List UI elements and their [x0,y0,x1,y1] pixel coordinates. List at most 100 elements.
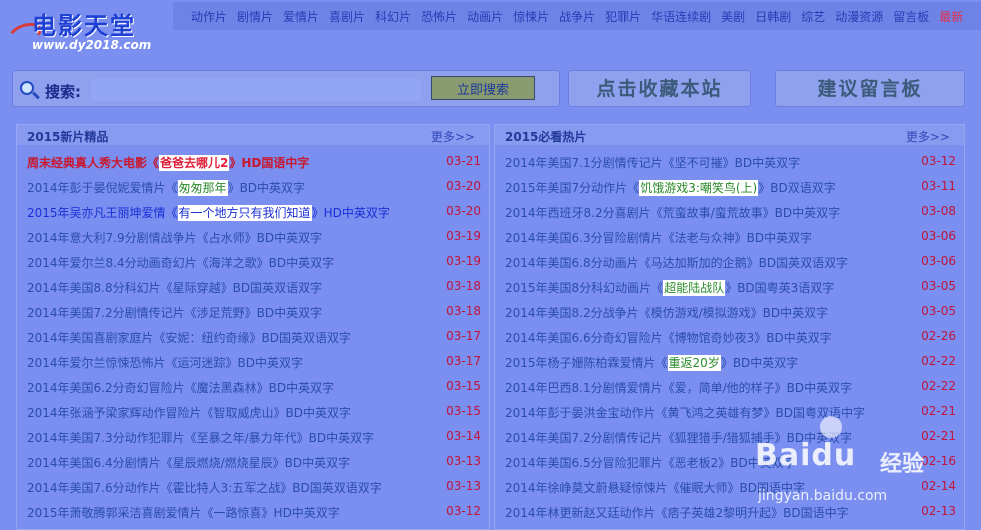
movie-link[interactable]: 2014年美国6.5分冒险犯罪片《恶老板2》BD中英双字 [505,454,796,471]
item-date: 02-22 [921,354,956,368]
item-date: 03-15 [446,404,481,418]
movie-link[interactable]: 2014年彭于晏倪妮爱情片《匆匆那年》BD中英双字 [27,179,305,196]
nav-item[interactable]: 动作片 [191,8,227,25]
item-date: 03-20 [446,204,481,218]
bookmark-button[interactable]: 点击收藏本站 [568,70,751,107]
movie-link[interactable]: 2015年萧敬腾郭采洁喜剧爱情片《一路惊喜》HD中英双字 [27,504,340,521]
movie-list: 2014年美国7.1分剧情传记片《坚不可摧》BD中英双字 03-12 2015年美国… [495,145,964,524]
nav-item[interactable]: 综艺 [801,8,825,25]
list-item: 2014年张涵予梁家辉动作冒险片《智取威虎山》BD中英双字 03-15 [17,399,489,424]
movie-link[interactable]: 2014年意大利7.9分剧情战争片《占水师》BD中英双字 [27,229,322,246]
site-logo[interactable]: 电影天堂 www.dy2018.com [5,2,173,54]
movie-link[interactable]: 2014年张涵予梁家辉动作冒险片《智取威虎山》BD中英双字 [27,404,351,421]
nav-item[interactable]: 动画片 [467,8,503,25]
item-date: 02-26 [921,329,956,343]
movie-link[interactable]: 2014年美国6.6分奇幻冒险片《博物馆奇妙夜3》BD中英双字 [505,329,832,346]
list-item: 2014年巴西8.1分剧情爱情片《爱，简单/他的样子》BD中英双字 02-22 [495,374,964,399]
item-date: 03-17 [446,354,481,368]
more-link[interactable]: 更多>> [906,128,950,145]
item-date: 03-17 [446,329,481,343]
movie-link[interactable]: 2015年美国7分动作片《饥饿游戏3:嘲笑鸟(上)》BD双语双字 [505,179,836,196]
movie-link[interactable]: 2014年美国8.8分科幻片《星际穿越》BD国英双语双字 [27,279,322,296]
title-highlight: 匆匆那年 [177,180,228,196]
more-link[interactable]: 更多>> [431,128,475,145]
nav-item[interactable]: 喜剧片 [329,8,365,25]
nav-item[interactable]: 犯罪片 [605,8,641,25]
movie-link[interactable]: 2014年彭于晏洪金宝动作片《黄飞鸿之英雄有梦》BD国粤双语中字 [505,404,865,421]
search-input[interactable] [91,79,421,101]
nav-item[interactable]: 美剧 [721,8,745,25]
title-prefix: 2014年彭于晏倪妮爱情片《 [27,181,178,195]
item-date: 03-19 [446,229,481,243]
list-item: 2014年美国6.2分奇幻冒险片《魔法黑森林》BD中英双字 03-15 [17,374,489,399]
title-highlight: 超能陆战队 [663,280,726,296]
movie-link[interactable]: 2014年美国7.6分动作片《霍比特人3:五军之战》BD国英双语双字 [27,479,382,496]
movie-link[interactable]: 2014年爱尔兰惊悚恐怖片《运河迷踪》BD中英双字 [27,354,303,371]
item-date: 02-22 [921,379,956,393]
movie-link[interactable]: 2014年美国6.4分剧情片《星辰燃烧/燃烧星辰》BD中英双字 [27,454,350,471]
movie-link[interactable]: 2014年美国6.2分奇幻冒险片《魔法黑森林》BD中英双字 [27,379,334,396]
nav-item[interactable]: 日韩剧 [755,8,791,25]
movie-link[interactable]: 2014年美国6.3分冒险剧情片《法老与众神》BD中英双字 [505,229,812,246]
movie-link[interactable]: 2014年爱尔兰8.4分动画奇幻片《海洋之歌》BD中英双字 [27,254,334,271]
nav-item[interactable]: 科幻片 [375,8,411,25]
search-bar: 搜索: 立即搜索 [12,70,560,107]
movie-link[interactable]: 2014年美国7.2分剧情传记片《涉足荒野》BD中英双字 [27,304,322,321]
item-date: 03-05 [921,304,956,318]
title-suffix: 》BD双语双字 [758,181,836,195]
movie-link[interactable]: 2014年徐峥莫文蔚悬疑惊悚片《催眠大师》BD国语中字 [505,479,805,496]
logo-url: www.dy2018.com [32,38,152,52]
hot-movies-panel: 2015必看热片 更多>> 2014年美国7.1分剧情传记片《坚不可摧》BD中英… [494,124,965,530]
movie-link[interactable]: 2015年吴亦凡王丽坤爱情《有一个地方只有我们知道》HD中英双字 [27,204,390,221]
title-suffix: 》HD中英双字 [311,206,390,220]
movie-link[interactable]: 2015年美国8分科幻动画片《超能陆战队》BD国粤英3语双字 [505,279,834,296]
nav-item[interactable]: 战争片 [559,8,595,25]
movie-link[interactable]: 2015年杨子姗陈柏霖爱情片《重返20岁》BD中英双字 [505,354,798,371]
nav-item[interactable]: 恐怖片 [421,8,457,25]
panel-header: 2015必看热片 更多>> [495,125,964,145]
new-movies-panel: 2015新片精品 更多>> 周末经典真人秀大电影《爸爸去哪儿2》HD国语中字 03… [16,124,490,530]
movie-link[interactable]: 2014年美国8.2分战争片《模仿游戏/模拟游戏》BD中英双字 [505,304,828,321]
title-highlight: 重返20岁 [667,355,721,371]
item-date: 03-13 [446,479,481,493]
nav-item[interactable]: 爱情片 [283,8,319,25]
movie-link[interactable]: 周末经典真人秀大电影《爸爸去哪儿2》HD国语中字 [27,154,309,171]
movie-link[interactable]: 2014年美国7.3分动作犯罪片《至暴之年/暴力年代》BD中英双字 [27,429,374,446]
nav-item[interactable]: 华语连续剧 [651,8,711,25]
item-date: 03-11 [921,179,956,193]
item-date: 03-08 [921,204,956,218]
list-item: 2015年吴亦凡王丽坤爱情《有一个地方只有我们知道》HD中英双字 03-20 [17,199,489,224]
list-item: 2014年美国7.2分剧情传记片《狐狸猎手/猎狐捕手》BD中英双字 02-21 [495,424,964,449]
nav-item[interactable]: 惊悚片 [513,8,549,25]
nav-item[interactable]: 剧情片 [237,8,273,25]
movie-link[interactable]: 2014年美国喜剧家庭片《安妮：纽约奇缘》BD国英双语双字 [27,329,351,346]
title-highlight: 有一个地方只有我们知道 [177,205,312,221]
title-prefix: 2015年美国7分动作片《 [505,181,640,195]
panel-header: 2015新片精品 更多>> [17,125,489,145]
title-prefix: 2015年杨子姗陈柏霖爱情片《 [505,356,668,370]
nav-item[interactable]: 动漫资源 [835,8,883,25]
list-item: 2015年萧敬腾郭采洁喜剧爱情片《一路惊喜》HD中英双字 03-12 [17,499,489,524]
title-prefix: 2015年美国8分科幻动画片《 [505,281,664,295]
movie-link[interactable]: 2014年林更新赵又廷动作片《痞子英雄2黎明升起》BD国语中字 [505,504,849,521]
movie-link[interactable]: 2014年美国6.8分动画片《马达加斯加的企鹅》BD国英双语双字 [505,254,848,271]
title-highlight: 饥饿游戏3:嘲笑鸟(上) [639,180,759,196]
panel-title: 2015新片精品 [27,130,109,144]
movie-link[interactable]: 2014年美国7.2分剧情传记片《狐狸猎手/猎狐捕手》BD中英双字 [505,429,852,446]
item-date: 03-06 [921,254,956,268]
movie-link[interactable]: 2014年巴西8.1分剧情爱情片《爱，简单/他的样子》BD中英双字 [505,379,852,396]
movie-link[interactable]: 2014年美国7.1分剧情传记片《坚不可摧》BD中英双字 [505,154,800,171]
feedback-button[interactable]: 建议留言板 [775,70,965,107]
list-item: 2014年美国7.6分动作片《霍比特人3:五军之战》BD国英双语双字 03-13 [17,474,489,499]
nav-item-hot[interactable]: 最新 [939,8,963,25]
search-button[interactable]: 立即搜索 [431,76,535,100]
item-date: 03-15 [446,379,481,393]
item-date: 02-21 [921,429,956,443]
list-item: 2014年美国8.2分战争片《模仿游戏/模拟游戏》BD中英双字 03-05 [495,299,964,324]
search-label: 搜索: [45,83,81,101]
nav-item[interactable]: 留言板 [893,8,929,25]
item-date: 03-12 [921,154,956,168]
list-item: 2014年彭于晏倪妮爱情片《匆匆那年》BD中英双字 03-20 [17,174,489,199]
title-suffix: 》HD国语中字 [229,156,310,170]
movie-link[interactable]: 2014年西班牙8.2分喜剧片《荒蛮故事/蛮荒故事》BD中英双字 [505,204,840,221]
